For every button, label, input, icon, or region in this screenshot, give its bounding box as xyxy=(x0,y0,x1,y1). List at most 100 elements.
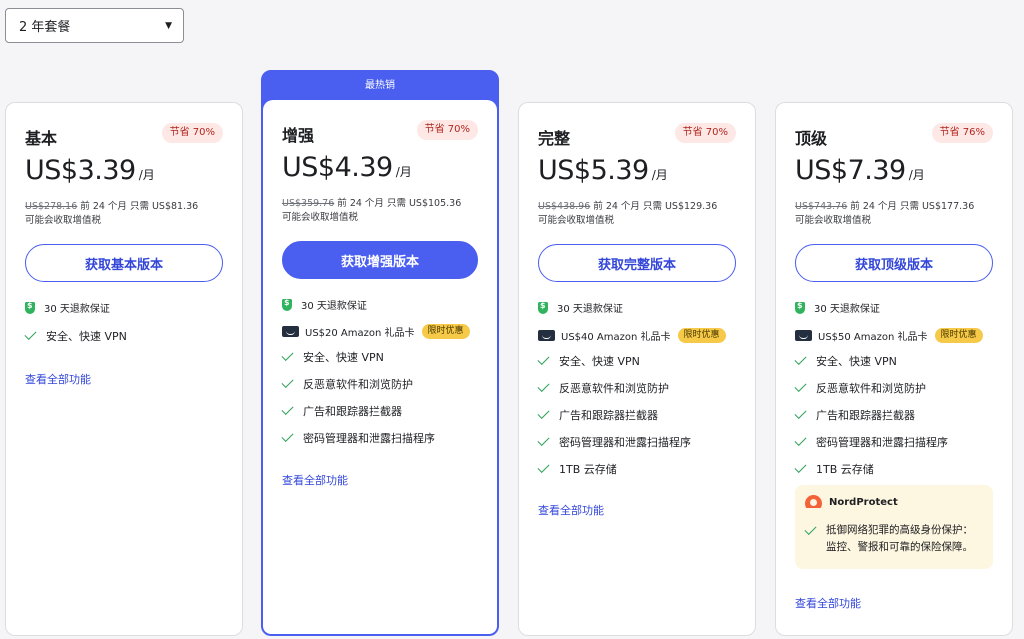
old-price: US$359.76 xyxy=(282,198,335,209)
see-all-features-link[interactable]: 查看全部功能 xyxy=(25,371,91,387)
feature-item: 密码管理器和泄露扫描程序 xyxy=(281,424,478,451)
old-price: US$438.96 xyxy=(538,201,591,212)
price-amount: US$5.39 xyxy=(538,155,649,186)
tax-note: 可能会收取增值税 xyxy=(795,215,872,226)
price: US$5.39/月 xyxy=(538,155,668,186)
price-per: /月 xyxy=(908,168,925,182)
nordprotect-title: NordProtect xyxy=(829,496,898,508)
get-complete-button[interactable]: 获取完整版本 xyxy=(538,244,736,282)
nordprotect-box: NordProtect 抵御网络犯罪的高级身份保护：监控、警报和可靠的保险保障。 xyxy=(795,485,993,569)
price: US$4.39/月 xyxy=(282,152,412,183)
feature-label: 反恶意软件和浏览防护 xyxy=(559,381,669,395)
plan-duration-value: 2 年套餐 xyxy=(19,20,71,35)
shield-icon xyxy=(538,301,548,314)
feature-item: 1TB 云存储 xyxy=(537,455,736,482)
price: US$3.39/月 xyxy=(25,155,155,186)
billing-info: US$743.76 前 24 个月 只需 US$177.36 xyxy=(795,198,974,212)
feature-list: 安全、快速 VPN 反恶意软件和浏览防护 广告和跟踪器拦截器 密码管理器和泄露扫… xyxy=(281,343,478,451)
see-all-features-link[interactable]: 查看全部功能 xyxy=(795,595,861,611)
check-icon xyxy=(537,460,550,473)
get-plus-button[interactable]: 获取增强版本 xyxy=(282,241,478,279)
save-badge: 节省 76% xyxy=(931,123,993,143)
check-icon xyxy=(281,348,294,361)
feature-item: 广告和跟踪器拦截器 xyxy=(794,401,993,428)
nordprotect-text: 抵御网络犯罪的高级身份保护：监控、警报和可靠的保险保障。 xyxy=(826,524,973,553)
check-icon xyxy=(794,352,807,365)
nordprotect-header: NordProtect xyxy=(805,495,983,509)
feature-list: 安全、快速 VPN 反恶意软件和浏览防护 广告和跟踪器拦截器 密码管理器和泄露扫… xyxy=(537,347,736,482)
money-back-guarantee: 30 天退款保证 xyxy=(538,300,623,315)
old-price: US$278.16 xyxy=(25,201,78,212)
feature-label: 反恶意软件和浏览防护 xyxy=(816,381,926,395)
billing-text: 前 24 个月 只需 US$105.36 xyxy=(334,198,462,209)
money-back-guarantee: 30 天退款保证 xyxy=(795,300,880,315)
feature-list: 安全、快速 VPN xyxy=(24,322,223,349)
amazon-icon xyxy=(795,330,812,341)
feature-label: 安全、快速 VPN xyxy=(559,354,640,368)
nordprotect-description: 抵御网络犯罪的高级身份保护：监控、警报和可靠的保险保障。 xyxy=(804,522,983,556)
gift-card-offer: US$40 Amazon 礼品卡 限时优惠 xyxy=(538,328,726,343)
shield-icon xyxy=(795,301,805,314)
chevron-down-icon: ▼ xyxy=(165,20,172,31)
feature-label: 反恶意软件和浏览防护 xyxy=(303,377,413,391)
check-icon xyxy=(281,402,294,415)
guarantee-label: 30 天退款保证 xyxy=(301,301,367,312)
plan-name: 完整 xyxy=(538,129,571,148)
price-per: /月 xyxy=(395,165,412,179)
plan-card-basic: 基本 节省 70% US$3.39/月 US$278.16 前 24 个月 只需… xyxy=(5,102,243,636)
get-basic-button[interactable]: 获取基本版本 xyxy=(25,244,223,282)
guarantee-label: 30 天退款保证 xyxy=(557,304,623,315)
feature-list: 安全、快速 VPN 反恶意软件和浏览防护 广告和跟踪器拦截器 密码管理器和泄露扫… xyxy=(794,347,993,482)
shield-icon xyxy=(25,301,35,314)
feature-label: 密码管理器和泄露扫描程序 xyxy=(559,435,691,449)
see-all-features-link[interactable]: 查看全部功能 xyxy=(538,502,604,518)
limited-offer-badge: 限时优惠 xyxy=(934,328,983,343)
price: US$7.39/月 xyxy=(795,155,925,186)
feature-label: 1TB 云存储 xyxy=(559,462,617,476)
nordprotect-logo-icon xyxy=(805,495,822,509)
check-icon xyxy=(537,433,550,446)
feature-item: 安全、快速 VPN xyxy=(537,347,736,374)
price-per: /月 xyxy=(138,168,155,182)
money-back-guarantee: 30 天退款保证 xyxy=(282,297,367,312)
tax-note: 可能会收取增值税 xyxy=(538,215,615,226)
guarantee-label: 30 天退款保证 xyxy=(44,304,110,315)
feature-item: 反恶意软件和浏览防护 xyxy=(281,370,478,397)
feature-label: 密码管理器和泄露扫描程序 xyxy=(816,435,948,449)
see-all-features-link[interactable]: 查看全部功能 xyxy=(282,472,348,488)
plan-card-complete: 完整 节省 70% US$5.39/月 US$438.96 前 24 个月 只需… xyxy=(518,102,756,636)
check-icon xyxy=(794,460,807,473)
save-badge: 节省 70% xyxy=(674,123,736,143)
plan-name: 基本 xyxy=(25,129,58,148)
get-ultimate-button[interactable]: 获取顶级版本 xyxy=(795,244,993,282)
shield-icon xyxy=(282,298,292,311)
gift-card-label: US$50 Amazon 礼品卡 xyxy=(818,332,928,343)
feature-item: 反恶意软件和浏览防护 xyxy=(537,374,736,401)
amazon-icon xyxy=(282,326,299,337)
price-amount: US$7.39 xyxy=(795,155,906,186)
save-badge: 节省 70% xyxy=(416,120,478,140)
billing-text: 前 24 个月 只需 US$81.36 xyxy=(77,201,199,212)
plan-duration-select[interactable]: 2 年套餐 ▼ xyxy=(5,8,184,43)
limited-offer-badge: 限时优惠 xyxy=(421,324,470,339)
check-icon xyxy=(794,433,807,446)
feature-label: 安全、快速 VPN xyxy=(816,354,897,368)
feature-item: 1TB 云存储 xyxy=(794,455,993,482)
amazon-icon xyxy=(538,330,555,341)
feature-item: 反恶意软件和浏览防护 xyxy=(794,374,993,401)
limited-offer-badge: 限时优惠 xyxy=(677,328,726,343)
feature-item: 密码管理器和泄露扫描程序 xyxy=(794,428,993,455)
check-icon xyxy=(804,522,817,536)
feature-label: 1TB 云存储 xyxy=(816,462,874,476)
feature-label: 广告和跟踪器拦截器 xyxy=(816,408,915,422)
save-badge: 节省 70% xyxy=(161,123,223,143)
check-icon xyxy=(794,406,807,419)
tax-note: 可能会收取增值税 xyxy=(282,212,359,223)
feature-label: 安全、快速 VPN xyxy=(303,350,384,364)
check-icon xyxy=(281,429,294,442)
gift-card-label: US$40 Amazon 礼品卡 xyxy=(561,332,671,343)
check-icon xyxy=(537,352,550,365)
tax-note: 可能会收取增值税 xyxy=(25,215,102,226)
plan-name: 顶级 xyxy=(795,129,828,148)
check-icon xyxy=(281,375,294,388)
